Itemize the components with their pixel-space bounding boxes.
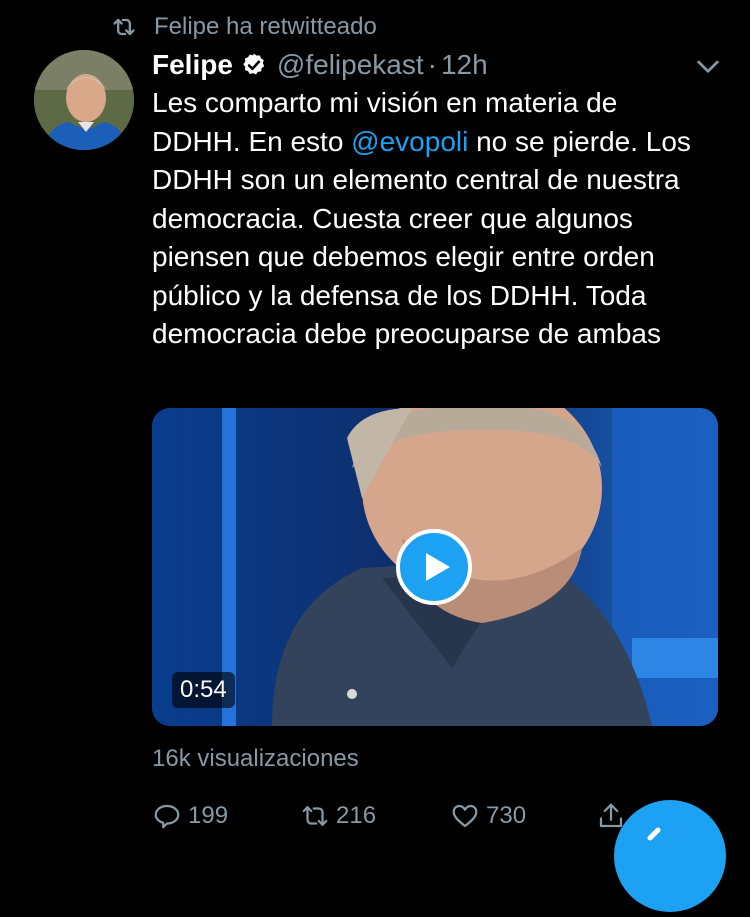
retweet-icon [302, 806, 328, 826]
like-button[interactable]: 730 [450, 798, 526, 834]
verified-badge-icon [243, 53, 265, 75]
reply-count: 199 [188, 802, 229, 829]
author-handle[interactable]: @felipekast [277, 49, 424, 81]
tweet-actions: 199 216 730 [152, 798, 632, 834]
compose-icon [647, 827, 661, 841]
retweet-icon [113, 18, 135, 36]
tweet-text: Les comparto mi visión en materia de DDH… [152, 84, 712, 354]
play-icon[interactable] [396, 529, 472, 605]
reply-icon [154, 804, 180, 829]
view-count: 16k visualizaciones [152, 745, 359, 772]
heart-icon [452, 804, 478, 828]
retweet-button[interactable]: 216 [300, 798, 376, 834]
compose-tweet-button[interactable] [614, 800, 726, 912]
tweet-header: Felipe @felipekast · 12h [152, 46, 488, 84]
video-player[interactable]: 0:54 [152, 408, 718, 726]
tweet-text-part2: no se pierde. Los DDHH son un elemento c… [152, 125, 691, 350]
retweet-indicator[interactable]: Felipe ha retwitteado [110, 12, 377, 42]
avatar[interactable] [34, 50, 134, 150]
author-name[interactable]: Felipe [152, 49, 233, 81]
like-count: 730 [486, 802, 527, 829]
retweet-label: Felipe ha retwitteado [154, 13, 377, 40]
mention-link[interactable]: @evopoli [351, 126, 468, 157]
video-duration: 0:54 [172, 672, 235, 708]
tweet-time[interactable]: 12h [441, 49, 488, 81]
retweet-count: 216 [336, 802, 377, 829]
header-separator: · [427, 49, 437, 80]
chevron-down-icon[interactable] [692, 50, 724, 82]
reply-button[interactable]: 199 [152, 798, 228, 834]
